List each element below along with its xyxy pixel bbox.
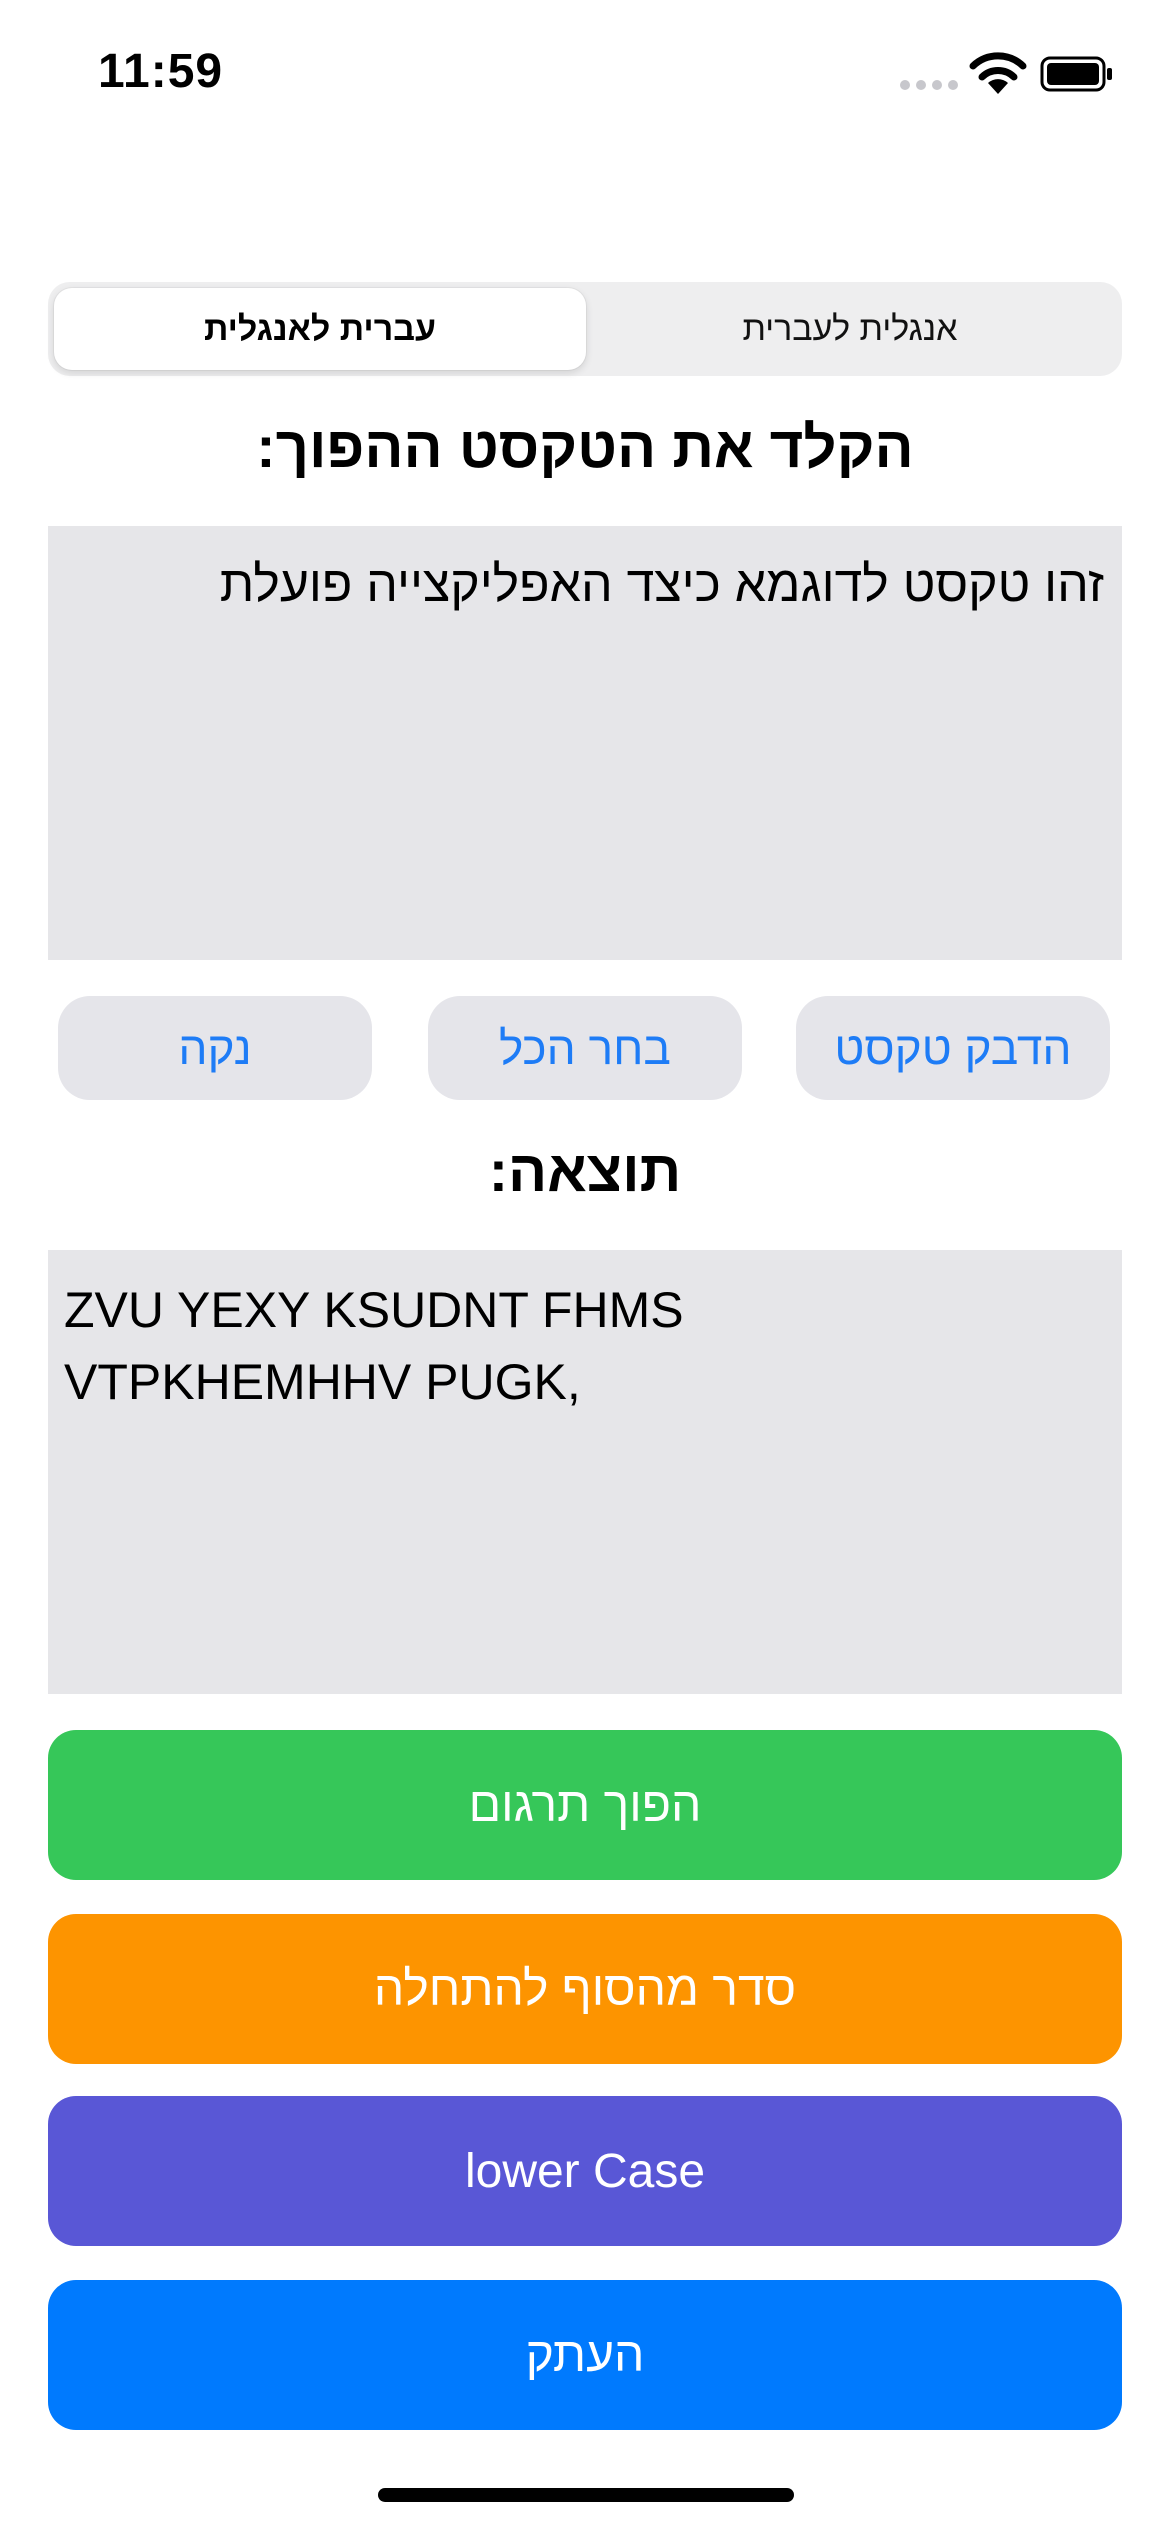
direction-segmented-control: עברית לאנגלית אנגלית לעברית bbox=[48, 282, 1122, 376]
segment-english-to-hebrew[interactable]: אנגלית לעברית bbox=[584, 288, 1116, 370]
copy-button[interactable]: העתק bbox=[48, 2280, 1122, 2430]
result-text-area[interactable]: ZVU YEXY KSUDNT FHMS VTPKHEMHHV PUGK, bbox=[48, 1250, 1122, 1694]
home-indicator[interactable] bbox=[378, 2488, 794, 2502]
battery-icon bbox=[1040, 56, 1112, 92]
select-all-button[interactable]: בחר הכל bbox=[428, 996, 742, 1100]
segment-hebrew-to-english[interactable]: עברית לאנגלית bbox=[54, 288, 586, 370]
result-heading: תוצאה: bbox=[488, 1139, 682, 1204]
reverse-translation-button[interactable]: הפוך תרגום bbox=[48, 1730, 1122, 1880]
status-time: 11:59 bbox=[98, 45, 224, 98]
wifi-icon bbox=[969, 52, 1027, 94]
input-heading: הקלד את הטקסט ההפוך: bbox=[256, 415, 914, 480]
input-text-area[interactable]: זהו טקסט לדוגמא כיצד האפליקצייה פועלת bbox=[48, 526, 1122, 960]
reverse-order-button[interactable]: סדר מהסוף להתחלה bbox=[48, 1914, 1122, 2064]
cellular-signal-icon bbox=[900, 80, 958, 94]
paste-text-button[interactable]: הדבק טקסט bbox=[796, 996, 1110, 1100]
lower-case-button[interactable]: lower Case bbox=[48, 2096, 1122, 2246]
result-line-1: ZVU YEXY KSUDNT FHMS bbox=[64, 1282, 684, 1338]
clear-button[interactable]: נקה bbox=[58, 996, 372, 1100]
result-line-2: VTPKHEMHHV PUGK, bbox=[64, 1354, 581, 1410]
